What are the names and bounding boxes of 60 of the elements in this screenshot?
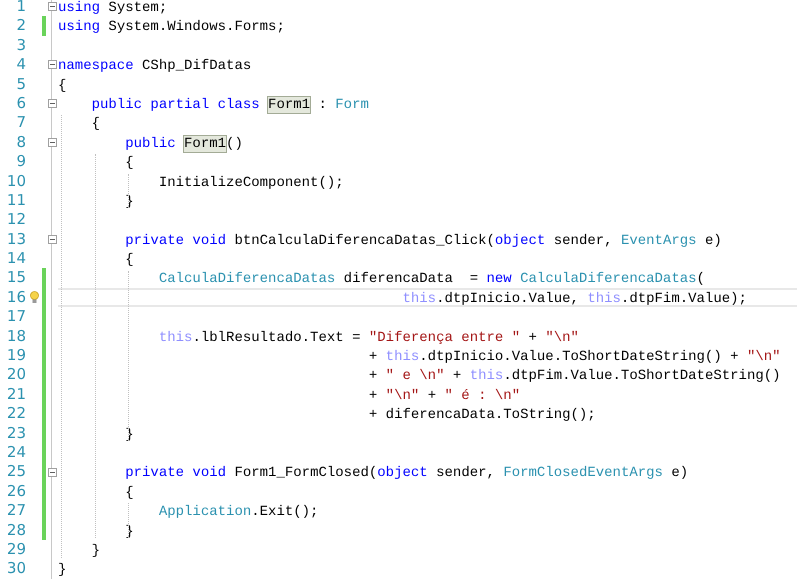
line-number: 12 — [6, 210, 26, 230]
line-number: 16 — [6, 288, 26, 308]
collapse-icon[interactable] — [48, 60, 57, 70]
line-number: 13 — [6, 230, 26, 250]
line-number: 29 — [6, 540, 26, 560]
code-line: InitializeComponent(); — [158, 174, 345, 191]
code-line: public partial class Form1 : Form — [90, 96, 370, 114]
code-line: + " e \n" + this.dtpFim.Value.ToShortDateString() — [368, 367, 782, 385]
code-line: CalculaDiferencaDatas diferencaData = new CalculaDiferencaDatas( — [158, 270, 706, 288]
line-number: 20 — [6, 365, 26, 385]
line-number: 26 — [6, 482, 26, 502]
collapse-icon[interactable] — [48, 2, 57, 12]
code-line: { — [58, 76, 68, 94]
code-line: private void btnCalculaDiferencaDatas_Click(object sender, EventArgs e) — [124, 232, 723, 250]
line-number: 17 — [6, 307, 26, 327]
line-number: 1 — [15, 0, 26, 16]
line-number: 4 — [15, 55, 26, 75]
code-line: + this.dtpInicio.Value.ToShortDateString() + "\n" — [368, 348, 782, 366]
line-number: 22 — [6, 404, 26, 424]
line-number: 15 — [6, 268, 26, 288]
line-number: 21 — [6, 384, 26, 404]
line-number: 7 — [15, 113, 26, 133]
code-line: Application.Exit(); — [158, 503, 320, 521]
line-number: 9 — [15, 152, 26, 172]
code-line: public Form1() — [124, 134, 244, 152]
collapse-icon[interactable] — [48, 99, 57, 108]
code-line: using System.Windows.Forms; — [58, 18, 286, 36]
code-line: } — [58, 561, 68, 579]
line-number: 19 — [6, 346, 26, 366]
line-number: 2 — [15, 16, 26, 36]
line-number: 8 — [15, 132, 26, 152]
collapse-icon[interactable] — [48, 234, 57, 244]
line-number: 10 — [6, 172, 26, 191]
collapse-icon[interactable] — [48, 468, 57, 477]
line-number: 25 — [6, 462, 26, 482]
line-number: 30 — [6, 559, 26, 579]
code-line: namespace CShp_DifDatas — [58, 57, 252, 75]
code-line: using System; — [58, 0, 168, 16]
code-line: this.lblResultado.Text = "Diferença entre " + "\n" — [158, 328, 580, 346]
code-line: this.dtpInicio.Value, this.dtpFim.Value); — [58, 288, 797, 308]
line-number: 18 — [6, 326, 26, 346]
line-number: 6 — [15, 94, 26, 114]
code-line: { — [124, 251, 135, 268]
line-number: 14 — [6, 249, 26, 268]
line-number: 3 — [15, 36, 26, 56]
code-line: } — [90, 542, 102, 560]
line-number: 23 — [6, 424, 26, 443]
code-line: + "\n" + " é : \n" — [368, 386, 522, 404]
line-number: 27 — [6, 501, 26, 521]
collapse-icon[interactable] — [48, 138, 57, 147]
code-line: + diferencaData.ToString(); — [368, 406, 597, 424]
line-number: 5 — [15, 74, 26, 94]
code-line: { — [90, 115, 102, 133]
line-number: 11 — [6, 190, 26, 210]
code-line: { — [124, 484, 135, 502]
lightbulb-icon[interactable] — [30, 291, 38, 304]
line-number: 24 — [6, 442, 26, 462]
line-number: 28 — [6, 520, 26, 540]
code-line: { — [124, 154, 135, 172]
code-line: private void Form1_FormClosed(object sender, FormClosedEventArgs e) — [124, 464, 690, 482]
